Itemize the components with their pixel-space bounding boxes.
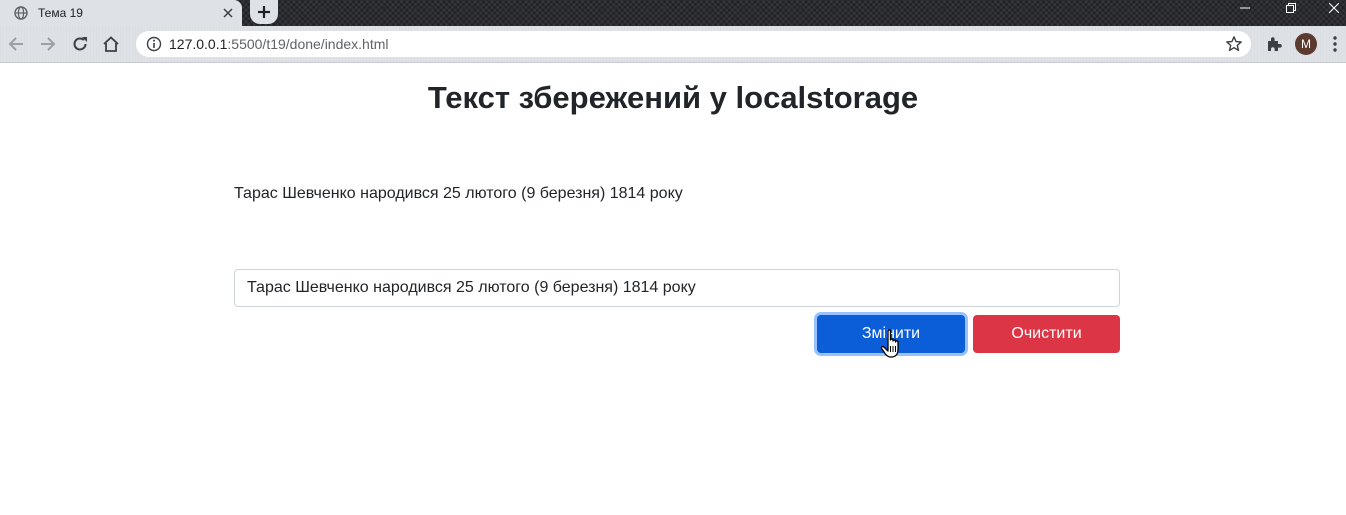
browser-toolbar: 127.0.0.1:5500/t19/done/index.html M: [0, 26, 1346, 63]
arrow-right-icon: [40, 36, 56, 52]
info-icon[interactable]: [146, 36, 162, 52]
saved-text: Тарас Шевченко народився 25 лютого (9 бе…: [234, 185, 683, 202]
reload-icon: [72, 36, 88, 52]
url-path: :5500/t19/done/index.html: [227, 36, 389, 52]
star-icon[interactable]: [1225, 35, 1243, 53]
url-host: 127.0.0.1: [169, 36, 228, 52]
page-title: Текст збережений у localstorage: [427, 80, 919, 115]
profile-avatar[interactable]: M: [1295, 33, 1317, 55]
clear-button[interactable]: Очистити: [973, 315, 1120, 353]
restore-icon: [1286, 3, 1296, 13]
minimize-icon: [1240, 3, 1250, 13]
minimize-window-button[interactable]: [1233, 0, 1257, 16]
new-tab-button[interactable]: [250, 0, 278, 24]
plus-icon: [256, 4, 272, 20]
puzzle-icon[interactable]: [1264, 34, 1284, 54]
globe-icon: [14, 6, 28, 20]
restore-window-button[interactable]: [1279, 0, 1303, 16]
reload-button[interactable]: [70, 34, 90, 54]
address-url: 127.0.0.1:5500/t19/done/index.html: [169, 36, 389, 52]
home-button[interactable]: [101, 34, 121, 54]
avatar-letter: M: [1301, 37, 1311, 51]
back-button[interactable]: [6, 34, 26, 54]
home-icon: [102, 35, 120, 53]
address-bar[interactable]: 127.0.0.1:5500/t19/done/index.html: [136, 31, 1251, 57]
browser-titlebar: Тема 19: [0, 0, 1346, 26]
tab-title: Тема 19: [38, 6, 83, 20]
close-window-button[interactable]: [1322, 0, 1346, 16]
forward-button[interactable]: [38, 34, 58, 54]
arrow-left-icon: [8, 36, 24, 52]
close-window-icon: [1329, 3, 1339, 13]
text-input[interactable]: [234, 269, 1120, 307]
hand-cursor-icon: [880, 329, 899, 358]
browser-tab-active[interactable]: Тема 19: [0, 0, 242, 26]
close-icon[interactable]: [220, 5, 236, 21]
more-menu-icon[interactable]: [1328, 34, 1342, 54]
